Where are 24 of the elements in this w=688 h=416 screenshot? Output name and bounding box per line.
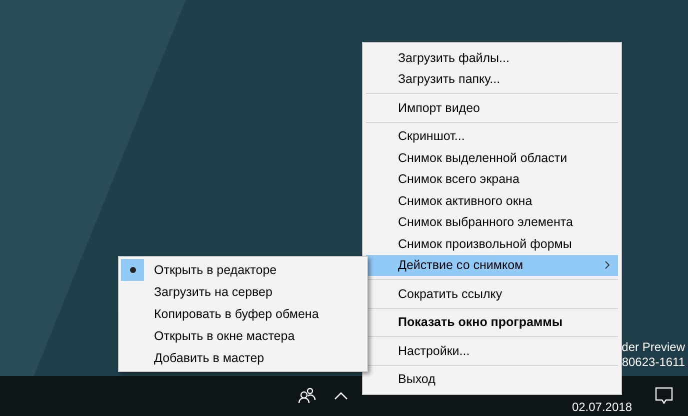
menu-item[interactable]: Выход [366, 368, 618, 390]
bullet-icon [130, 267, 136, 273]
submenu-item[interactable]: Копировать в буфер обмена [121, 303, 365, 325]
menu-item[interactable]: Снимок выбранного элемента [366, 212, 618, 233]
menu-item[interactable]: Снимок выделенной области [366, 147, 618, 168]
menu-item[interactable]: Загрузить папку... [366, 68, 618, 90]
submenu-item[interactable]: Открыть в редакторе [121, 259, 365, 281]
taskbar-date[interactable]: 02.07.2018 [572, 401, 632, 416]
menu-item[interactable]: Снимок активного окна [366, 190, 618, 212]
menu-item[interactable]: Снимок всего экрана [366, 168, 618, 190]
submenu-item[interactable]: Открыть в окне мастера [121, 325, 365, 347]
chevron-right-icon [605, 261, 610, 270]
menu-item[interactable]: Загрузить файлы... [366, 47, 618, 68]
submenu-item[interactable]: Добавить в мастер [121, 347, 365, 369]
menu-item[interactable]: Скриншот... [366, 126, 618, 147]
menu-item[interactable]: Показать окно программы [366, 312, 618, 333]
menu-item[interactable]: Импорт видео [366, 97, 618, 118]
menu-item[interactable]: Настройки... [366, 340, 618, 362]
submenu-item[interactable]: Загрузить на сервер [121, 281, 365, 303]
menu-item[interactable]: Сократить ссылку [366, 283, 618, 304]
watermark-text: der Preview [622, 340, 685, 355]
watermark-text: 80623-1611 [622, 355, 685, 370]
menu-item[interactable]: Действие со снимком [366, 254, 618, 276]
menu-item[interactable]: Снимок произвольной формы [366, 233, 618, 254]
